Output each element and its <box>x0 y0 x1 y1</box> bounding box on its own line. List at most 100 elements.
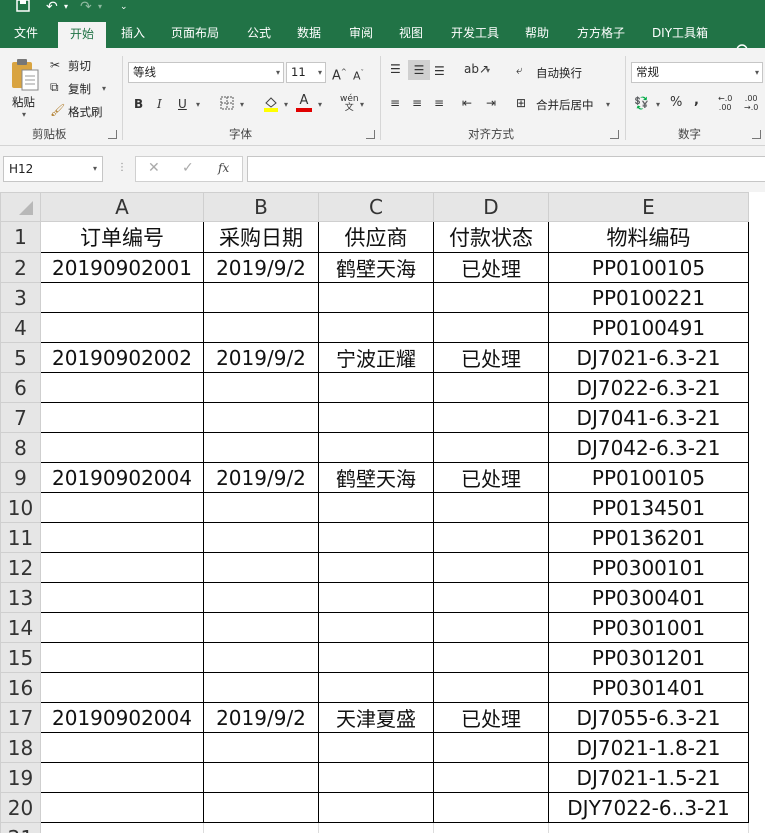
cell-material-code[interactable]: DJY7022-6..3-21 <box>548 792 749 823</box>
copy-dropdown-icon[interactable]: ▾ <box>102 84 106 93</box>
cell-supplier[interactable] <box>318 312 434 343</box>
paste-icon[interactable] <box>10 58 40 92</box>
cell-purchase-date[interactable] <box>203 792 319 823</box>
row-header[interactable]: 2 <box>0 252 41 283</box>
decrease-font-icon[interactable]: Aˇ <box>353 66 364 84</box>
format-painter-icon[interactable]: 🖌 <box>50 103 65 117</box>
cell-order-no[interactable]: 20190902002 <box>40 342 204 373</box>
number-format-select[interactable]: 常规 ▾ <box>631 62 763 83</box>
cancel-icon[interactable]: ✕ <box>148 160 160 176</box>
cell-payment-status[interactable] <box>433 372 549 403</box>
cell-order-no[interactable] <box>40 582 204 613</box>
underline-dropdown-icon[interactable]: ▾ <box>196 100 200 109</box>
cell-purchase-date[interactable] <box>203 432 319 463</box>
header-cell-payment-status[interactable]: 付款状态 <box>433 221 549 253</box>
decrease-indent-icon[interactable]: ⇤ <box>462 96 472 110</box>
formula-input[interactable] <box>247 156 765 182</box>
tab-review[interactable]: 审阅 <box>344 18 378 48</box>
increase-decimal-icon[interactable]: ←.0.00 <box>718 94 732 112</box>
cell-payment-status[interactable]: 已处理 <box>433 252 549 283</box>
cell-supplier[interactable] <box>318 492 434 523</box>
row-header[interactable]: 6 <box>0 372 41 403</box>
cell-supplier[interactable] <box>318 762 434 793</box>
cell-purchase-date[interactable]: 2019/9/2 <box>203 342 319 373</box>
column-header-b[interactable]: B <box>203 192 319 222</box>
font-color-dropdown-icon[interactable]: ▾ <box>318 100 322 109</box>
customize-qat-icon[interactable]: ⌄ <box>120 0 128 14</box>
cell-purchase-date[interactable] <box>203 612 319 643</box>
cell-payment-status[interactable] <box>433 552 549 583</box>
paste-dropdown-icon[interactable]: ▾ <box>22 110 26 119</box>
cell-order-no[interactable] <box>40 552 204 583</box>
tab-file[interactable]: 文件 <box>8 18 44 48</box>
cell-purchase-date[interactable]: 2019/9/2 <box>203 462 319 493</box>
italic-button[interactable]: I <box>157 97 162 111</box>
merge-center-icon[interactable]: ⊞ <box>516 96 526 110</box>
cell-purchase-date[interactable] <box>203 672 319 703</box>
cell-supplier[interactable] <box>318 732 434 763</box>
clipboard-launcher[interactable] <box>108 130 117 139</box>
comma-style-button[interactable]: , <box>694 94 699 108</box>
cell-order-no[interactable] <box>40 792 204 823</box>
empty-cell[interactable] <box>40 822 204 833</box>
cell-payment-status[interactable] <box>433 582 549 613</box>
fill-color-icon[interactable] <box>262 94 280 112</box>
cell-material-code[interactable]: DJ7021-1.8-21 <box>548 732 749 763</box>
cell-order-no[interactable] <box>40 612 204 643</box>
accounting-format-icon[interactable]: 💱 <box>634 96 649 110</box>
cell-material-code[interactable]: DJ7041-6.3-21 <box>548 402 749 433</box>
cell-order-no[interactable] <box>40 402 204 433</box>
select-all-corner[interactable] <box>0 192 41 222</box>
cell-supplier[interactable]: 鹤壁天海 <box>318 252 434 283</box>
cell-supplier[interactable] <box>318 612 434 643</box>
cell-payment-status[interactable]: 已处理 <box>433 462 549 493</box>
font-launcher[interactable] <box>366 130 375 139</box>
cell-order-no[interactable] <box>40 672 204 703</box>
copy-button[interactable]: 复制 <box>68 81 91 97</box>
cell-payment-status[interactable]: 已处理 <box>433 342 549 373</box>
increase-indent-icon[interactable]: ⇥ <box>486 96 496 110</box>
phonetic-icon[interactable]: wén 文 <box>340 95 359 113</box>
row-header[interactable]: 5 <box>0 342 41 373</box>
tab-view[interactable]: 视图 <box>394 18 428 48</box>
cell-purchase-date[interactable] <box>203 642 319 673</box>
cell-purchase-date[interactable] <box>203 372 319 403</box>
phonetic-dropdown-icon[interactable]: ▾ <box>360 100 364 109</box>
wrap-text-button[interactable]: 自动换行 <box>536 65 582 81</box>
merge-center-button[interactable]: 合并后居中 <box>536 97 594 113</box>
cell-material-code[interactable]: PP0300101 <box>548 552 749 583</box>
cell-material-code[interactable]: PP0301201 <box>548 642 749 673</box>
cell-material-code[interactable]: DJ7055-6.3-21 <box>548 702 749 733</box>
cell-order-no[interactable]: 20190902004 <box>40 702 204 733</box>
bold-button[interactable]: B <box>134 97 143 111</box>
empty-cell[interactable] <box>548 822 749 833</box>
cell-material-code[interactable]: DJ7022-6.3-21 <box>548 372 749 403</box>
cell-supplier[interactable]: 宁波正耀 <box>318 342 434 373</box>
row-header[interactable]: 12 <box>0 552 41 583</box>
row-header[interactable]: 21 <box>0 822 41 833</box>
font-color-icon[interactable]: A <box>296 94 312 112</box>
header-cell-purchase-date[interactable]: 采购日期 <box>203 221 319 253</box>
cell-purchase-date[interactable] <box>203 402 319 433</box>
underline-button[interactable]: U <box>178 97 187 111</box>
cell-material-code[interactable]: DJ7021-6.3-21 <box>548 342 749 373</box>
row-header[interactable]: 13 <box>0 582 41 613</box>
cell-purchase-date[interactable]: 2019/9/2 <box>203 702 319 733</box>
cell-purchase-date[interactable] <box>203 552 319 583</box>
cell-order-no[interactable] <box>40 432 204 463</box>
wrap-text-icon[interactable]: ⤶ <box>516 63 523 77</box>
cell-material-code[interactable]: PP0136201 <box>548 522 749 553</box>
tab-home[interactable]: 开始 <box>58 22 106 48</box>
empty-cell[interactable] <box>433 822 549 833</box>
cell-payment-status[interactable] <box>433 312 549 343</box>
number-launcher[interactable] <box>752 130 761 139</box>
cut-icon[interactable]: ✂ <box>50 58 60 72</box>
row-header[interactable]: 16 <box>0 672 41 703</box>
cell-material-code[interactable]: DJ7021-1.5-21 <box>548 762 749 793</box>
cell-material-code[interactable]: PP0134501 <box>548 492 749 523</box>
cell-order-no[interactable] <box>40 732 204 763</box>
font-name-select[interactable]: 等线 ▾ <box>128 62 284 83</box>
cell-supplier[interactable] <box>318 672 434 703</box>
row-header[interactable]: 14 <box>0 612 41 643</box>
align-right-icon[interactable]: ≡ <box>434 96 444 110</box>
